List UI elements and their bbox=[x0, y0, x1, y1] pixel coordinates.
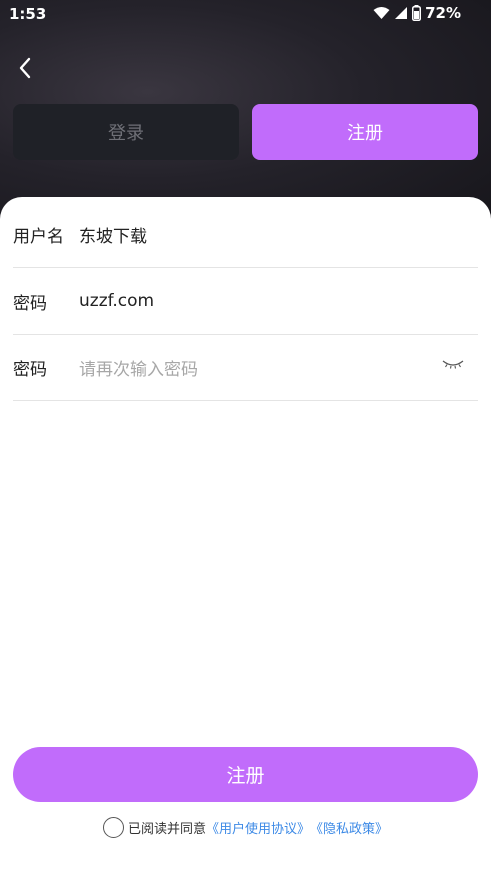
tab-register[interactable]: 注册 bbox=[252, 104, 478, 160]
privacy-policy-link[interactable]: 《隐私政策》 bbox=[310, 818, 388, 837]
username-row[interactable]: 用户名 东坡下载 bbox=[13, 201, 478, 268]
status-icons: 72% bbox=[373, 4, 461, 22]
signal-icon bbox=[395, 7, 408, 19]
username-label: 用户名 bbox=[13, 226, 64, 247]
confirm-password-input[interactable]: 请再次输入密码 bbox=[79, 355, 478, 380]
status-bar: 1:53 72% bbox=[0, 0, 491, 28]
back-button[interactable] bbox=[10, 52, 40, 84]
tab-login[interactable]: 登录 bbox=[13, 104, 239, 160]
status-time: 1:53 bbox=[9, 5, 47, 23]
battery-icon bbox=[412, 5, 422, 21]
password-label: 密码 bbox=[13, 293, 47, 314]
agreement-row: 已阅读并同意 《用户使用协议》 《隐私政策》 bbox=[0, 816, 491, 838]
register-submit-button[interactable]: 注册 bbox=[13, 747, 478, 802]
back-icon bbox=[19, 57, 31, 79]
confirm-password-label: 密码 bbox=[13, 359, 47, 380]
agreement-checkbox[interactable] bbox=[102, 816, 124, 838]
username-input[interactable]: 东坡下载 bbox=[79, 222, 478, 247]
battery-percent: 72% bbox=[425, 4, 461, 22]
user-agreement-link[interactable]: 《用户使用协议》 bbox=[206, 818, 310, 837]
password-row[interactable]: 密码 uzzf.com bbox=[13, 268, 478, 335]
password-input[interactable]: uzzf.com bbox=[79, 291, 478, 311]
wifi-icon bbox=[373, 7, 390, 19]
agreement-prefix: 已阅读并同意 bbox=[127, 821, 206, 837]
eye-closed-icon[interactable] bbox=[442, 358, 464, 370]
confirm-password-row[interactable]: 密码 请再次输入密码 bbox=[13, 334, 478, 401]
